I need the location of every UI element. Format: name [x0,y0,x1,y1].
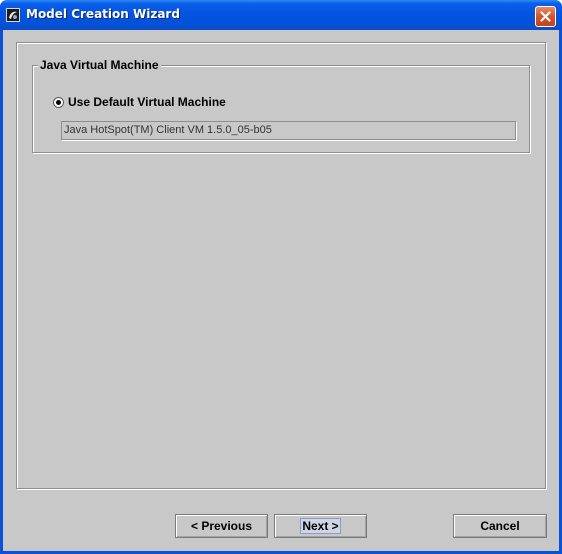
radio-selected-dot [56,100,61,105]
previous-button[interactable]: < Previous [175,514,268,538]
close-button[interactable] [535,6,556,27]
default-vm-radio-label[interactable]: Use Default Virtual Machine [68,95,226,109]
wizard-content-panel: Java Virtual Machine Use Default Virtual… [16,42,546,489]
next-button[interactable]: Next > [274,514,367,538]
window-title: Model Creation Wizard [26,7,180,21]
next-button-label: Next > [300,518,341,534]
title-bar[interactable]: Model Creation Wizard [0,0,562,30]
jvm-group-title: Java Virtual Machine [38,58,161,72]
jvm-group: Java Virtual Machine Use Default Virtual… [32,58,530,153]
wizard-window: Model Creation Wizard Java Virtual Machi… [0,0,562,554]
window-client-area: Java Virtual Machine Use Default Virtual… [3,30,559,551]
cancel-button[interactable]: Cancel [453,514,547,538]
vm-version-field: Java HotSpot(TM) Client VM 1.5.0_05-b05 [61,121,516,140]
close-icon [540,11,551,22]
default-vm-radio[interactable] [53,97,64,108]
java-app-icon [6,8,20,22]
